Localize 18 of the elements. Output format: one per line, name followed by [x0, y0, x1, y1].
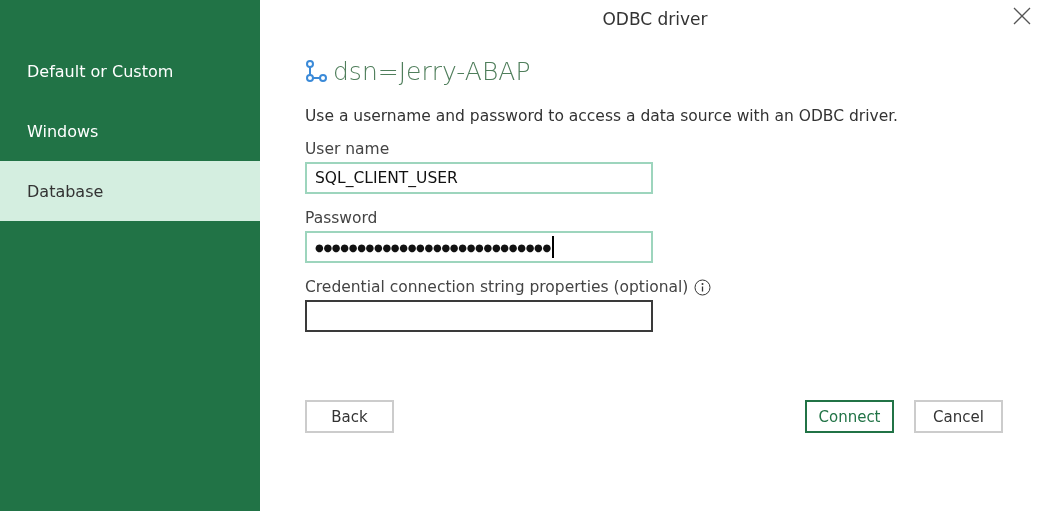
dialog-button[interactable]: Connect: [805, 400, 894, 433]
description: Use a username and password to access a data source with an ODBC driver.: [305, 107, 900, 125]
dsn-heading: dsn=Jerry-ABAP: [333, 56, 531, 86]
connection-icon: [305, 60, 327, 82]
input-field[interactable]: SQL_CLIENT_USER: [305, 162, 653, 194]
field-label: User name: [305, 140, 390, 158]
sidebar-item[interactable]: Database: [0, 161, 260, 221]
field-label: Credential connection string properties (optional): [305, 278, 689, 296]
close-icon[interactable]: [1013, 7, 1031, 25]
info-icon[interactable]: [694, 278, 712, 296]
sidebar-item[interactable]: Default or Custom: [0, 41, 260, 101]
field-label: Password: [305, 209, 378, 227]
dialog-button[interactable]: Back: [305, 400, 394, 433]
window-title: ODBC driver: [602, 8, 708, 29]
sidebar-item[interactable]: Windows: [0, 101, 260, 161]
input-field[interactable]: ●●●●●●●●●●●●●●●●●●●●●●●●●●●●: [305, 231, 653, 263]
dialog-button[interactable]: Cancel: [914, 400, 1003, 433]
input-field[interactable]: [305, 300, 653, 332]
